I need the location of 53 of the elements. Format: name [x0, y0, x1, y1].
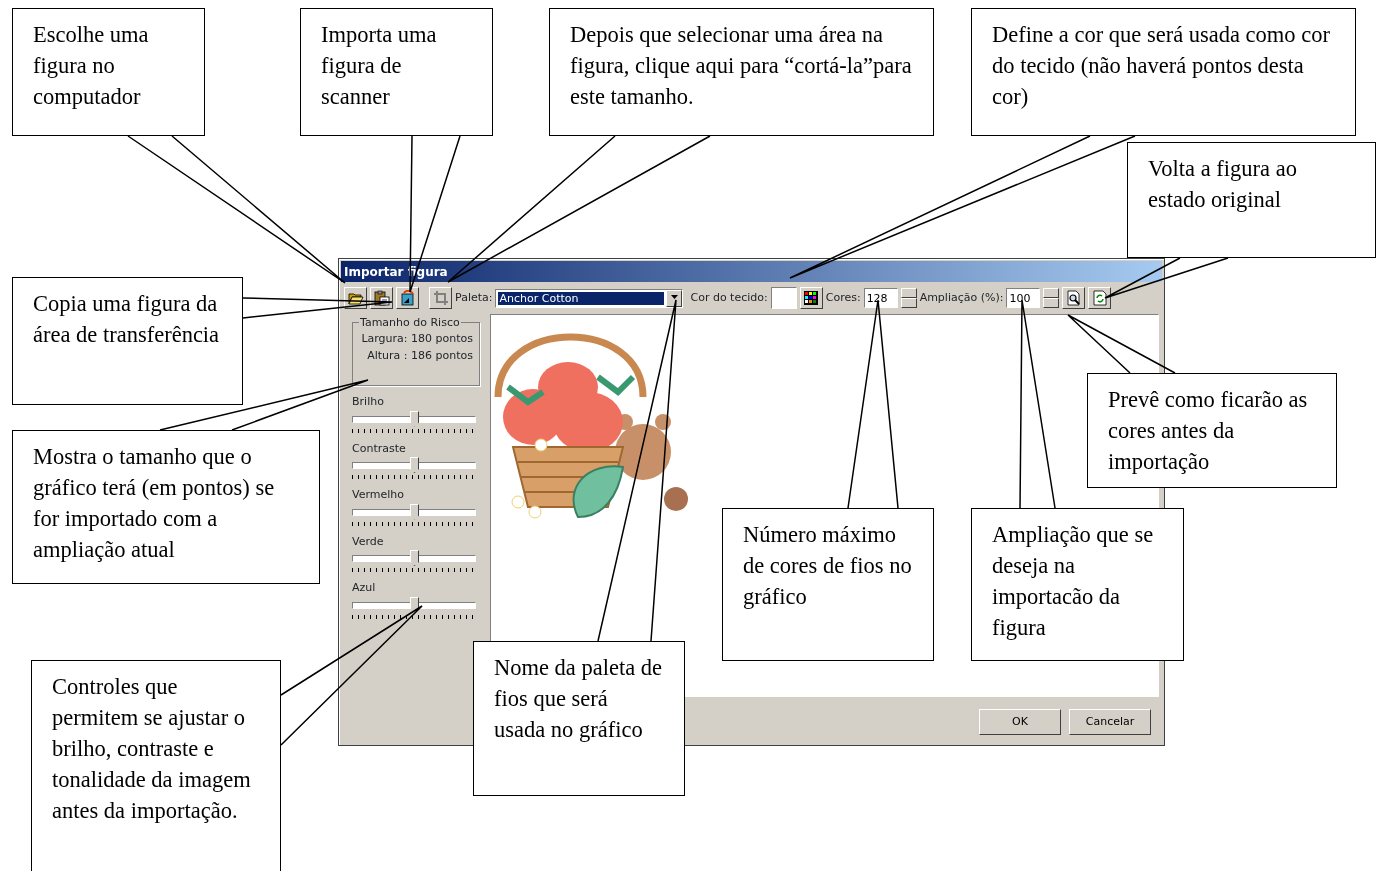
callout-text: Escolhe uma figura no computador — [12, 8, 205, 136]
crop-icon — [433, 291, 448, 305]
scanner-button[interactable] — [396, 287, 419, 309]
fabric-color-label: Cor do tecido: — [690, 289, 768, 306]
zoom-field[interactable]: 100 — [1006, 288, 1041, 308]
callout-text: Prevê como ficarão as cores antes da importação — [1087, 373, 1337, 488]
callout-text: Depois que selecionar uma área na figura, clique aqui para “cortá-la”para este tamanho. — [549, 8, 934, 136]
slider-thumb[interactable] — [410, 410, 419, 427]
dialog-button[interactable]: Cancelar — [1069, 709, 1151, 735]
palette-dropdown[interactable]: Anchor Cotton — [495, 288, 684, 308]
refresh-icon — [1092, 290, 1107, 306]
slider-label: Vermelho — [352, 487, 405, 503]
slider[interactable] — [352, 503, 476, 521]
caret-icon — [670, 295, 678, 299]
callout-text: Copia uma figura da área de transferência — [12, 277, 243, 405]
slider[interactable] — [352, 457, 476, 474]
spin-buttons[interactable] — [1043, 288, 1060, 308]
color-grid-icon — [804, 291, 819, 305]
callout-text: Define a cor que será usada como cor do tecido (não haverá pontos desta cor) — [971, 8, 1356, 136]
crop-button[interactable] — [429, 287, 452, 309]
callout-text: Volta a figura ao estado original — [1127, 142, 1376, 258]
width-text: Largura: 180 pontos — [361, 331, 473, 347]
slider-thumb[interactable] — [410, 596, 419, 613]
height-text: Altura : 186 pontos — [367, 347, 473, 364]
colors-field[interactable]: 128 — [863, 288, 898, 308]
preview-button[interactable] — [1062, 287, 1086, 309]
slider-thumb[interactable] — [410, 550, 419, 566]
slider[interactable] — [352, 410, 476, 428]
callout-text: Nome da paleta de fios que será usada no gráfico — [473, 641, 685, 796]
clipboard-icon — [373, 290, 390, 306]
dialog-button[interactable]: OK — [979, 709, 1061, 735]
zoom-label: Ampliação (%): — [919, 289, 1004, 306]
scanner-icon — [399, 290, 416, 306]
spin-buttons[interactable] — [900, 288, 917, 308]
slider-label: Contraste — [352, 440, 407, 457]
slider-label: Brilho — [352, 394, 385, 410]
open-folder-icon — [347, 291, 364, 305]
callout-text: Ampliação que se deseja na importacão da figura — [971, 508, 1184, 661]
callout-text: Importa uma figura de scanner — [300, 8, 493, 136]
reset-button[interactable] — [1088, 287, 1112, 309]
slider-label: Azul — [352, 580, 377, 596]
callout-text: Número máximo de cores de fios no gráfico — [722, 508, 934, 661]
slider-label: Verde — [352, 533, 385, 550]
slider-thumb[interactable] — [410, 503, 419, 520]
slider-thumb[interactable] — [410, 457, 419, 473]
callout-text: Controles que permitem se ajustar o brilho, contraste e tonalidade da imagem antes da importação. — [31, 660, 281, 871]
preview-icon — [1065, 290, 1082, 306]
slider[interactable] — [352, 550, 476, 567]
palette-label: Paleta: — [455, 289, 493, 306]
fabric-color-swatch[interactable] — [770, 287, 797, 309]
callout-text: Mostra o tamanho que o gráfico terá (em pontos) se for importado com a ampliação atual — [12, 430, 320, 584]
color-picker-button[interactable] — [799, 287, 823, 309]
colors-label: Cores: — [825, 289, 861, 306]
